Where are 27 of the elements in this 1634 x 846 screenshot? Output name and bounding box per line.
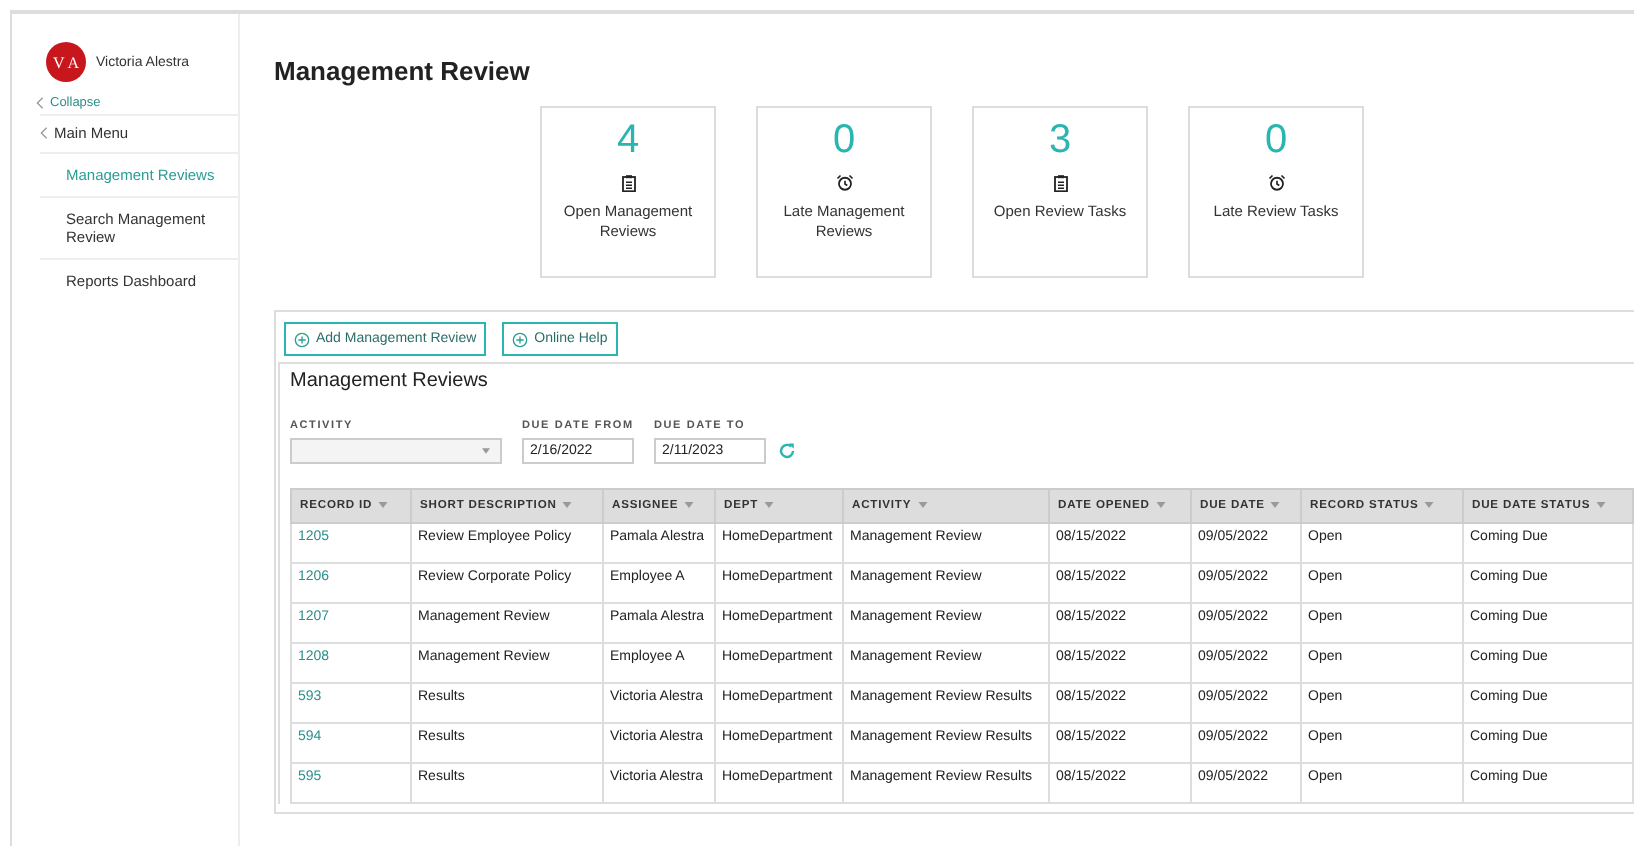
caret-icon (482, 448, 490, 454)
section-title: Management Reviews (290, 370, 490, 392)
alarm-clock-icon (835, 174, 853, 192)
stat-count: 0 (1264, 118, 1288, 162)
caret-icon (1155, 502, 1166, 508)
caret-icon (764, 502, 775, 508)
stat-count: 3 (1048, 118, 1072, 162)
avatar: V A (46, 42, 86, 82)
alarm-clock-icon (1267, 174, 1285, 192)
caret-icon (1596, 502, 1607, 508)
caret-icon (1424, 502, 1435, 508)
clipboard-icon (619, 174, 637, 192)
caret-icon (917, 502, 928, 508)
chevron-left-icon (40, 126, 48, 140)
page-title: Management Review (274, 56, 532, 86)
plus-circle-icon (294, 331, 310, 347)
stat-count: 0 (832, 118, 856, 162)
caret-icon (684, 502, 695, 508)
caret-icon (562, 502, 573, 508)
clipboard-icon (1051, 174, 1069, 192)
caret-icon (378, 502, 389, 508)
caret-icon (1270, 502, 1281, 508)
chevron-left-icon (36, 96, 44, 110)
refresh-icon[interactable] (778, 442, 796, 460)
activity-dropdown[interactable] (290, 438, 502, 464)
stat-count: 4 (616, 118, 640, 162)
plus-circle-icon (512, 331, 529, 347)
